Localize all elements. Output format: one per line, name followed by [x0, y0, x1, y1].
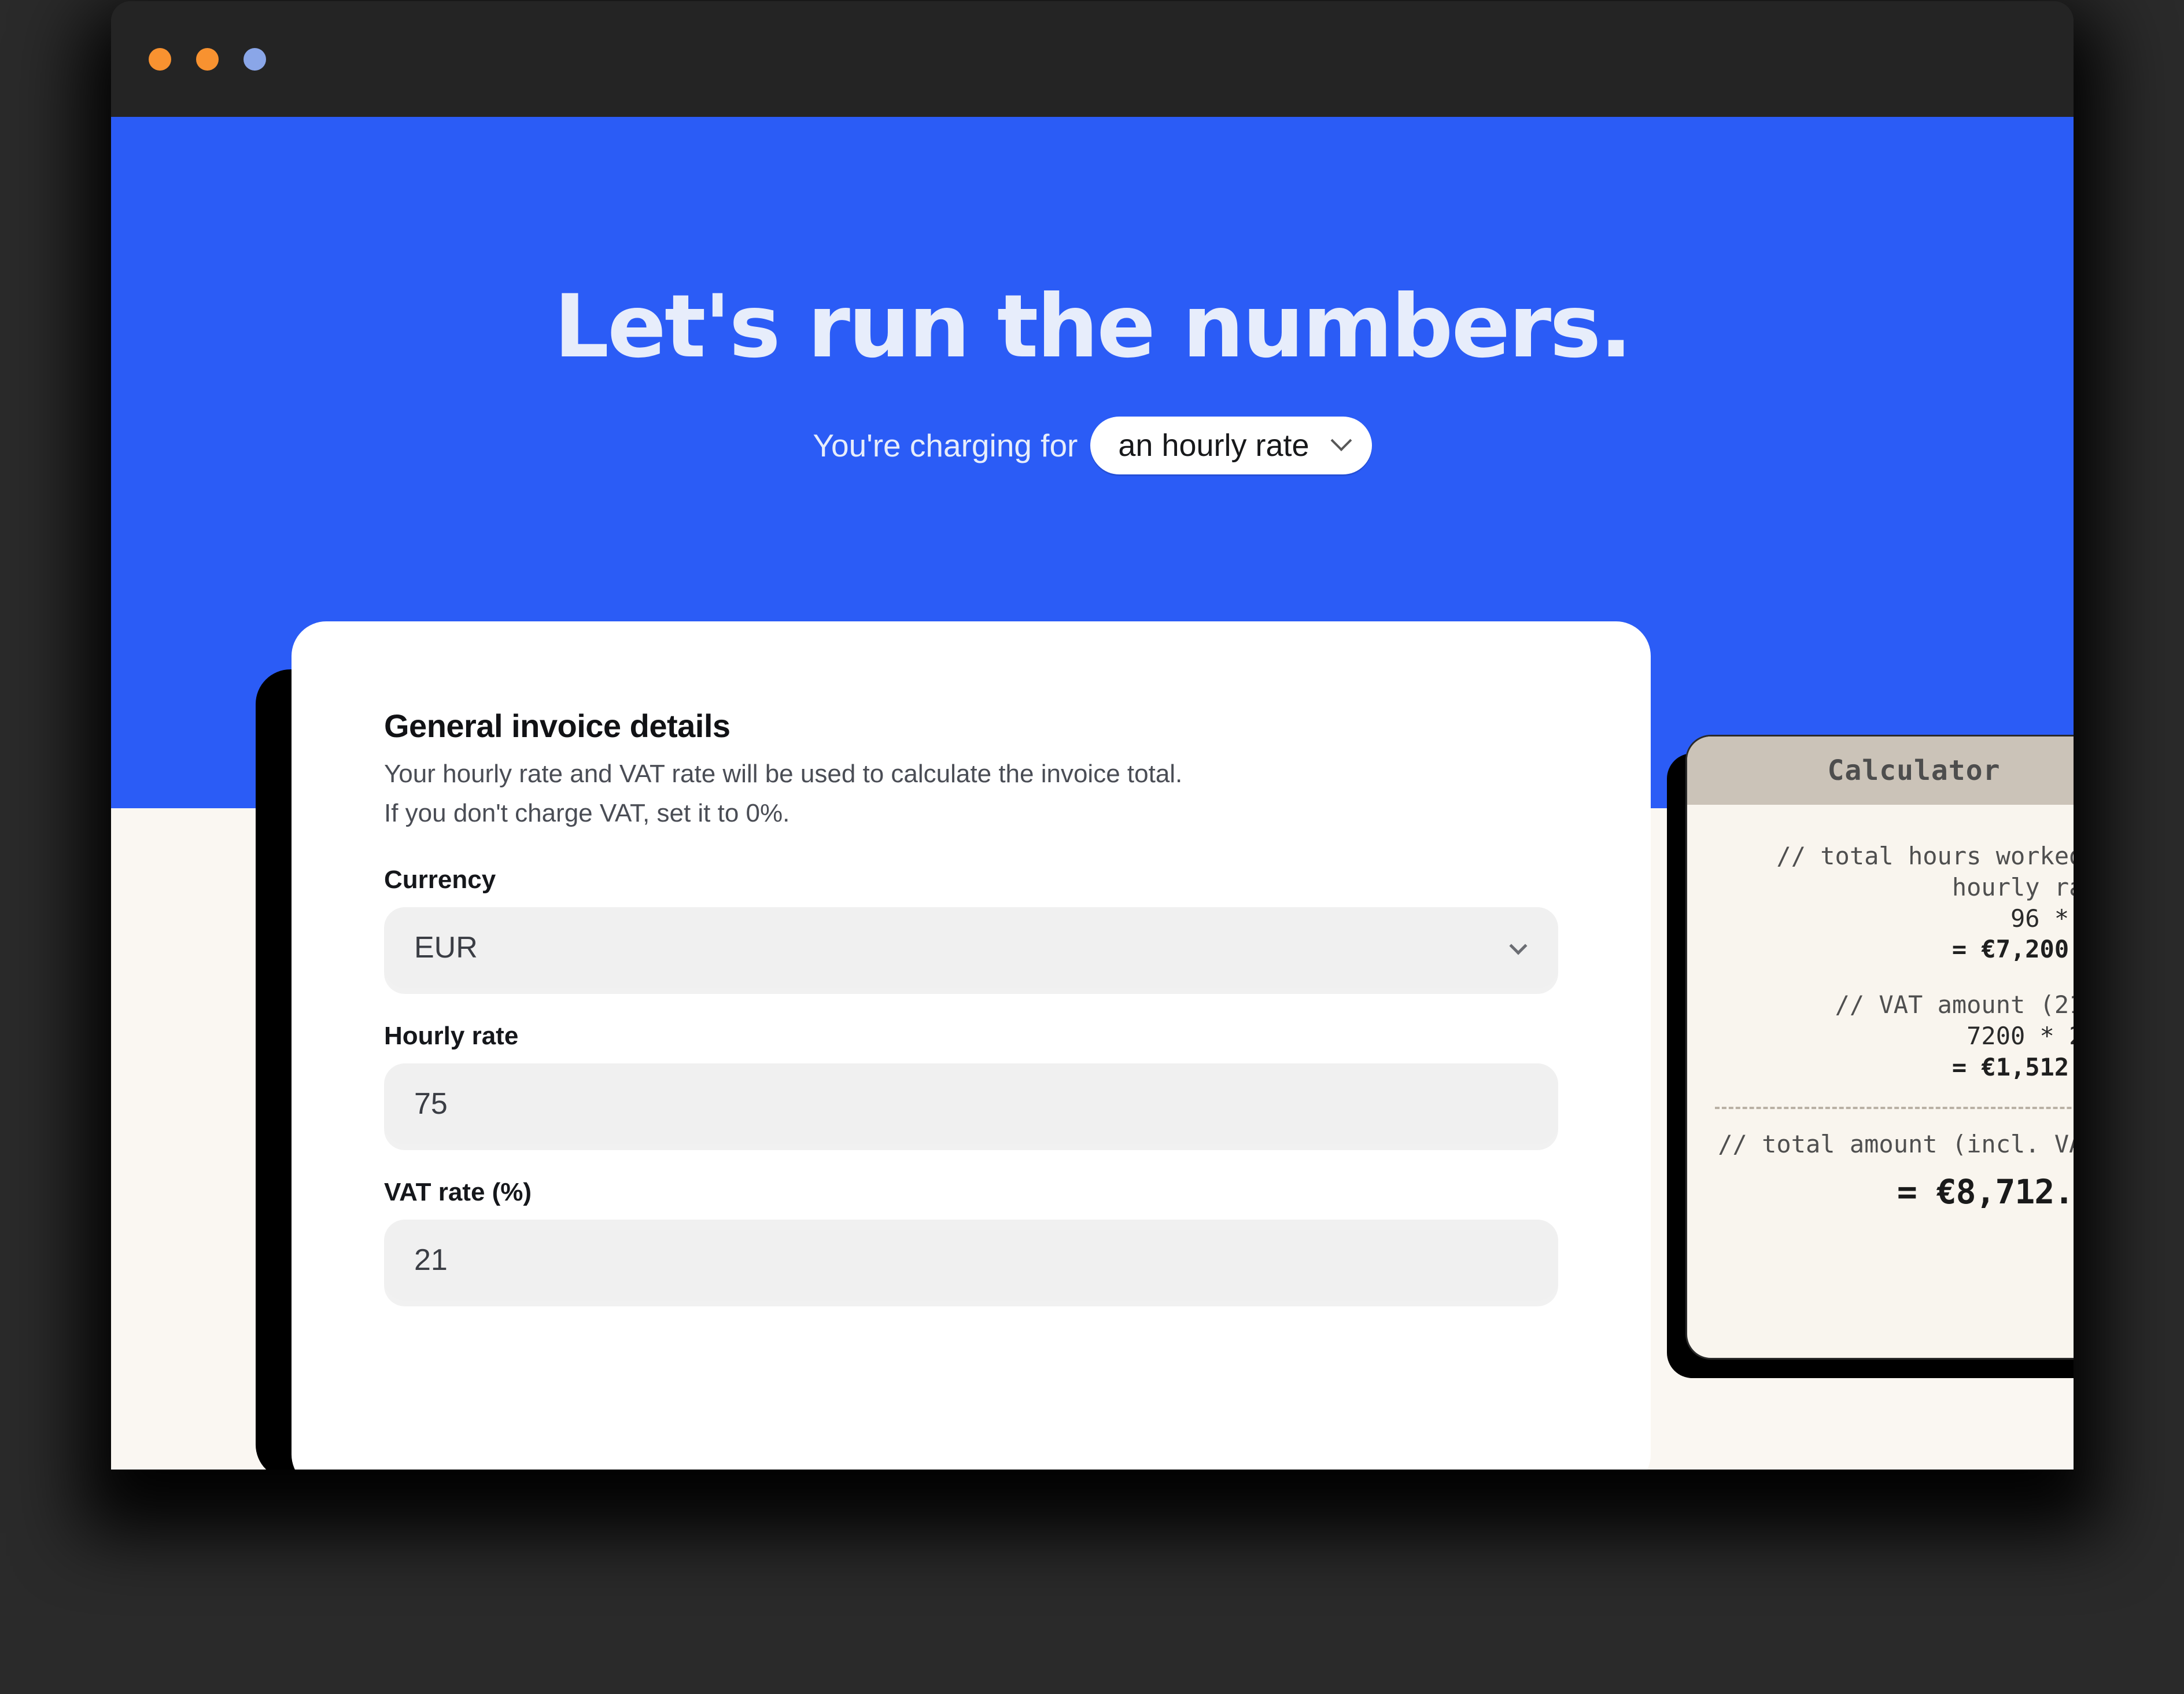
calculator-panel: Calculator // total hours worked * hourl…: [1685, 735, 2074, 1360]
vat-rate-value: 21: [414, 1243, 448, 1277]
form-description-line-2: If you don't charge VAT, set it to 0%.: [384, 799, 790, 828]
subtotal-comment-line-1: // total hours worked *: [1776, 842, 2074, 870]
currency-select[interactable]: EUR: [384, 907, 1558, 988]
chevron-down-icon: [1509, 937, 1528, 955]
vat-rate-input[interactable]: 21: [384, 1219, 1558, 1301]
subtotal-comment-line-2: hourly rate: [1951, 872, 2074, 901]
total-comment: // total amount (incl. VAT): [1718, 1130, 2074, 1159]
hourly-rate-input[interactable]: 75: [384, 1063, 1558, 1144]
browser-window: Let's run the numbers. You're charging f…: [111, 1, 2074, 1470]
form-section-title: General invoice details: [384, 708, 731, 744]
invoice-details-card: General invoice details Your hourly rate…: [292, 621, 1651, 1470]
subtotal-expression: 96 * 75: [2010, 904, 2074, 933]
currency-value: EUR: [414, 930, 478, 964]
desktop-backdrop: Let's run the numbers. You're charging f…: [0, 0, 2184, 1694]
calculator-title: Calculator: [1687, 736, 2074, 805]
vat-comment-line-1: // VAT amount (21%): [1835, 990, 2074, 1019]
calculator-group-vat: // VAT amount (21%) 7200 * 21% = €1,512.…: [1715, 989, 2074, 1082]
close-window-dot[interactable]: [149, 47, 171, 71]
content-area: General invoice details Your hourly rate…: [111, 117, 2074, 1470]
minimize-window-dot[interactable]: [196, 47, 219, 71]
vat-expression: 7200 * 21%: [1967, 1021, 2074, 1050]
form-description-line-1: Your hourly rate and VAT rate will be us…: [384, 760, 1183, 788]
calculator-divider: [1715, 1107, 2074, 1110]
maximize-window-dot[interactable]: [244, 47, 266, 71]
currency-label: Currency: [384, 865, 496, 894]
hourly-rate-value: 75: [414, 1087, 448, 1121]
calculator-body: // total hours worked * hourly rate 96 *…: [1687, 805, 2074, 1358]
vat-rate-label: VAT rate (%): [384, 1177, 532, 1206]
hourly-rate-label: Hourly rate: [384, 1021, 519, 1050]
vat-result: = €1,512.00: [1951, 1052, 2074, 1081]
browser-title-bar: [111, 1, 2074, 117]
page-viewport: Let's run the numbers. You're charging f…: [111, 117, 2074, 1470]
calculator-group-subtotal: // total hours worked * hourly rate 96 *…: [1715, 841, 2074, 965]
total-result: = €8,712.00: [1897, 1172, 2074, 1211]
subtotal-result: = €7,200.00: [1951, 935, 2074, 964]
